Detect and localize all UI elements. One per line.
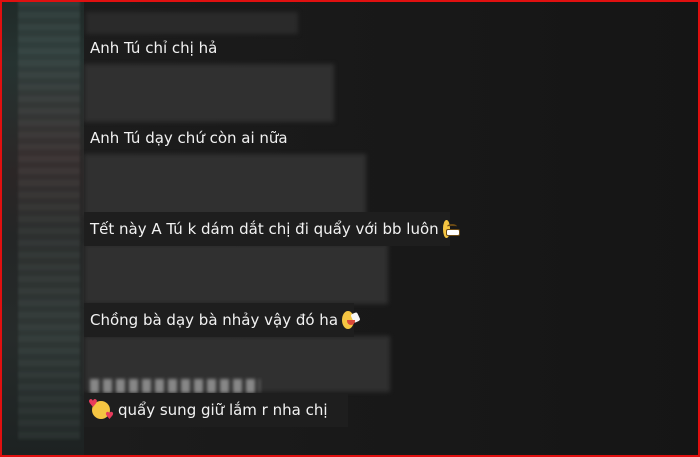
- grinning-face-icon: [442, 220, 461, 238]
- comment-text: Anh Tú chỉ chị hả: [90, 39, 218, 57]
- redacted-username-block: [84, 64, 334, 122]
- smiling-face-with-hearts-icon: [88, 397, 114, 422]
- comment-item[interactable]: Anh Tú chỉ chị hả: [84, 31, 320, 65]
- redacted-username-block: [84, 244, 388, 304]
- comment-text: Tết này A Tú k dám dắt chị đi quẩy với b…: [90, 220, 439, 238]
- comment-item[interactable]: Tết này A Tú k dám dắt chị đi quẩy với b…: [84, 212, 461, 246]
- rolling-laughing-face-icon: [342, 311, 355, 329]
- comment-item[interactable]: quẩy sung giữ lắm r nha chị: [84, 393, 348, 427]
- comment-text: Chồng bà dạy bà nhảy vậy đó ha: [90, 311, 339, 329]
- comment-text: Anh Tú dạy chứ còn ai nữa: [90, 129, 288, 147]
- comment-item[interactable]: Anh Tú dạy chứ còn ai nữa: [84, 121, 350, 155]
- blurred-username-text: [90, 379, 260, 393]
- redacted-username-block: [84, 154, 366, 216]
- comment-item[interactable]: Chồng bà dạy bà nhảy vậy đó ha: [84, 303, 355, 337]
- blurred-avatar-strip: [18, 0, 80, 440]
- comment-text: quẩy sung giữ lắm r nha chị: [118, 401, 328, 419]
